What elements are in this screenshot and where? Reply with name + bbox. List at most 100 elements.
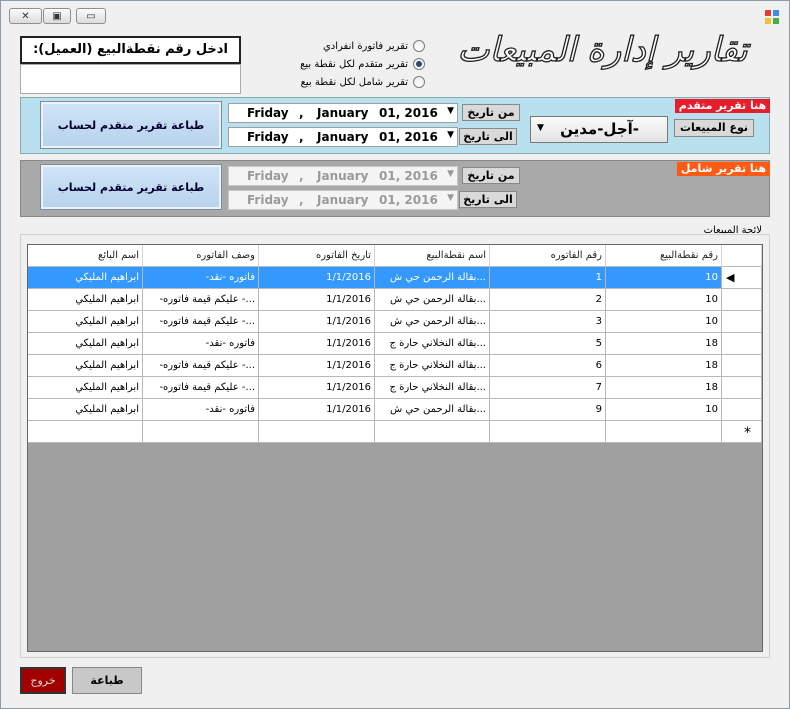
table-cell[interactable]: 1/1/2016 (259, 399, 375, 421)
radio-label: تقرير فاتورة انفرادي (322, 40, 408, 52)
table-cell[interactable]: -فاتوره -نقد (143, 399, 259, 421)
table-cell[interactable]: 1 (490, 267, 606, 289)
row-header[interactable] (722, 333, 762, 355)
row-header[interactable] (722, 289, 762, 311)
table-row[interactable]: 10 9 بقالة الرحمن حي ش... 1/1/2016 -فاتوره -… (28, 399, 762, 421)
close-button[interactable]: ✕ (9, 8, 42, 24)
table-cell[interactable]: ابراهيم المليكي (28, 355, 143, 377)
table-row[interactable]: 18 6 بقالة النخلاني حارة ج... 1/1/2016 -عليك… (28, 355, 762, 377)
table-cell[interactable]: ابراهيم المليكي (28, 289, 143, 311)
table-cell[interactable]: 10 (606, 311, 722, 333)
table-cell[interactable]: بقالة النخلاني حارة ج... (375, 377, 490, 399)
table-cell[interactable]: 1/1/2016 (259, 377, 375, 399)
table-cell[interactable]: بقالة النخلاني حارة ج... (375, 333, 490, 355)
sales-grid[interactable]: رقم نقطةالبيع رقم الفاتوره اسم نقطةالبيع… (27, 244, 763, 652)
column-header[interactable]: تاريخ الفاتوره (259, 245, 375, 267)
column-header[interactable]: اسم نقطةالبيع (375, 245, 490, 267)
table-cell[interactable] (143, 421, 259, 443)
row-header[interactable] (722, 377, 762, 399)
radio-single-invoice[interactable]: تقرير فاتورة انفرادي (280, 37, 425, 55)
table-row[interactable]: 18 5 بقالة النخلاني حارة ج... 1/1/2016 -فاتو… (28, 333, 762, 355)
table-cell[interactable]: 5 (490, 333, 606, 355)
table-cell[interactable]: 10 (606, 267, 722, 289)
table-cell[interactable]: 6 (490, 355, 606, 377)
table-cell[interactable]: -فاتوره -نقد (143, 267, 259, 289)
row-header[interactable]: ◀ (722, 267, 762, 289)
table-cell[interactable]: بقالة الرحمن حي ش... (375, 399, 490, 421)
print-advanced-button[interactable]: طباعة تقرير متقدم لحساب (40, 101, 222, 149)
date-day-year: 01, 2016 (379, 169, 438, 183)
new-row[interactable]: * (28, 421, 762, 443)
row-header[interactable] (722, 355, 762, 377)
table-cell[interactable]: بقالة الرحمن حي ش... (375, 289, 490, 311)
table-cell[interactable]: -عليكم قيمة فاتوره -... (143, 289, 259, 311)
column-header[interactable]: رقم الفاتوره (490, 245, 606, 267)
to-date-picker-disabled[interactable]: Friday , January 01, 2016 ▼ (228, 190, 458, 210)
table-cell[interactable]: 1/1/2016 (259, 267, 375, 289)
radio-button[interactable] (413, 58, 425, 70)
table-cell[interactable]: بقالة الرحمن حي ش... (375, 311, 490, 333)
column-header[interactable]: وصف الفاتوره (143, 245, 259, 267)
table-row[interactable]: 10 3 بقالة الرحمن حي ش... 1/1/2016 -عليكم قي… (28, 311, 762, 333)
table-cell[interactable]: 7 (490, 377, 606, 399)
sales-type-label: نوع المبيعات (674, 119, 754, 137)
table-cell[interactable]: 1/1/2016 (259, 289, 375, 311)
column-header[interactable]: اسم البائع (28, 245, 143, 267)
table-cell[interactable]: بقالة النخلاني حارة ج... (375, 355, 490, 377)
customer-input[interactable] (20, 64, 241, 94)
minimize-button[interactable]: ▭ (76, 8, 106, 24)
table-cell[interactable]: 1/1/2016 (259, 311, 375, 333)
table-row[interactable]: 10 1 بقالة الرحمن حي ش... 1/1/2016 -فاتوره -… (28, 267, 762, 289)
table-cell[interactable] (28, 421, 143, 443)
table-cell[interactable]: ابراهيم المليكي (28, 399, 143, 421)
table-cell[interactable]: -عليكم قيمة فاتوره -... (143, 311, 259, 333)
table-cell[interactable]: 18 (606, 333, 722, 355)
to-date-label: الى تاريخ (459, 191, 517, 208)
table-cell[interactable]: 18 (606, 355, 722, 377)
radio-button[interactable] (413, 40, 425, 52)
close-icon: ✕ (21, 10, 30, 22)
table-cell[interactable]: 18 (606, 377, 722, 399)
row-header[interactable] (722, 399, 762, 421)
radio-button[interactable] (413, 76, 425, 88)
table-cell[interactable]: 1/1/2016 (259, 333, 375, 355)
table-cell[interactable]: ابراهيم المليكي (28, 267, 143, 289)
table-cell[interactable] (259, 421, 375, 443)
table-cell[interactable]: ابراهيم المليكي (28, 333, 143, 355)
table-cell[interactable]: 9 (490, 399, 606, 421)
new-row-header[interactable]: * (722, 421, 762, 443)
table-row[interactable]: 18 7 بقالة النخلاني حارة ج... 1/1/2016 -عليك… (28, 377, 762, 399)
exit-button[interactable]: خروج (20, 667, 66, 694)
restore-button[interactable]: ▣ (43, 8, 71, 24)
table-cell[interactable]: 3 (490, 311, 606, 333)
sales-type-combo[interactable]: -آجل-مدين ▼ (530, 116, 668, 143)
table-cell[interactable]: -عليكم قيمة فاتوره -... (143, 377, 259, 399)
comprehensive-tag: هنا تقرير شامل (677, 162, 770, 176)
table-row[interactable]: 10 2 بقالة الرحمن حي ش... 1/1/2016 -عليكم قي… (28, 289, 762, 311)
table-cell[interactable]: بقالة الرحمن حي ش... (375, 267, 490, 289)
table-cell[interactable] (375, 421, 490, 443)
print-comprehensive-button[interactable]: طباعة تقرير متقدم لحساب (40, 164, 222, 210)
date-separator: , (299, 106, 304, 120)
column-header[interactable]: رقم نقطةالبيع (606, 245, 722, 267)
table-cell[interactable]: ابراهيم المليكي (28, 311, 143, 333)
table-cell[interactable]: 2 (490, 289, 606, 311)
table-cell[interactable]: ابراهيم المليكي (28, 377, 143, 399)
radio-comprehensive-report[interactable]: تقرير شامل لكل نقطة بيع (280, 73, 425, 91)
table-cell[interactable]: 10 (606, 399, 722, 421)
radio-advanced-report[interactable]: تقرير متقدم لكل نقطة بيع (280, 55, 425, 73)
print-button[interactable]: طباعة (71, 666, 143, 695)
table-cell[interactable]: -عليكم قيمة فاتوره -... (143, 355, 259, 377)
date-day: Friday (247, 193, 289, 207)
from-date-picker-disabled[interactable]: Friday , January 01, 2016 ▼ (228, 166, 458, 186)
date-day: Friday (247, 169, 289, 183)
table-cell[interactable]: -فاتوره -نقد (143, 333, 259, 355)
to-date-picker[interactable]: Friday , January 01, 2016 ▼ (228, 127, 458, 147)
table-cell[interactable]: 10 (606, 289, 722, 311)
table-cell[interactable]: 1/1/2016 (259, 355, 375, 377)
sales-type-value: -آجل-مدين (560, 120, 639, 138)
table-cell[interactable] (606, 421, 722, 443)
from-date-picker[interactable]: Friday , January 01, 2016 ▼ (228, 103, 458, 123)
row-header[interactable] (722, 311, 762, 333)
table-cell[interactable] (490, 421, 606, 443)
